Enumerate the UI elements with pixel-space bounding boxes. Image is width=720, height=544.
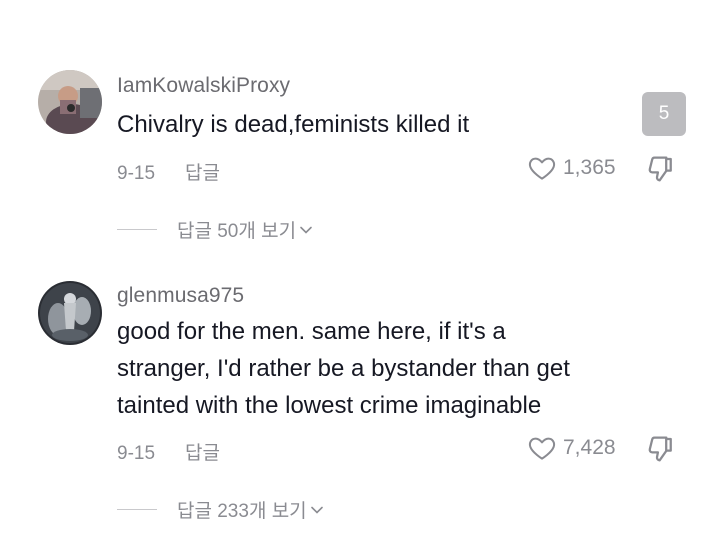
like-button[interactable]: 1,365 [527,153,616,183]
thumbs-down-outline-icon [648,156,672,182]
dislike-button[interactable] [645,433,677,465]
avatar[interactable] [38,281,102,345]
heart-outline-icon [528,157,556,180]
username[interactable]: IamKowalskiProxy [117,74,290,98]
overlay-badge: 5 [642,92,686,136]
comment-date: 9-15 [117,163,156,184]
comment-text-line: stranger, I'd rather be a bystander than… [117,355,570,382]
comment-text: Chivalry is dead,feminists killed it [117,106,637,143]
comment-text-line: Chivalry is dead,feminists killed it [117,111,470,138]
comment-text-line: good for the men. same here, if it's a [117,318,506,345]
view-replies-label: 답글 233개 보기 [177,501,307,522]
like-count: 7,428 [563,436,616,459]
view-replies-button[interactable]: 답글 233개 보기 [117,496,324,523]
comment-meta: 9-15 답글 [117,158,220,185]
divider-line [117,509,157,510]
like-count: 1,365 [563,156,616,179]
thumbs-down-outline-icon [648,436,672,462]
reply-button[interactable]: 답글 [185,443,220,464]
comment-text: good for the men. same here, if it's a s… [117,313,637,424]
avatar-image [38,70,102,134]
chevron-down-icon [300,226,312,234]
avatar[interactable] [38,70,102,134]
divider-line [117,229,157,230]
comment-meta: 9-15 답글 [117,438,220,465]
view-replies-label: 답글 50개 보기 [177,221,297,242]
comment-date: 9-15 [117,443,156,464]
chevron-down-icon [310,506,323,514]
reply-button[interactable]: 답글 [185,163,220,184]
username[interactable]: glenmusa975 [117,284,244,308]
avatar-image [38,281,102,345]
heart-outline-icon [528,437,556,460]
like-button[interactable]: 7,428 [527,433,616,463]
dislike-button[interactable] [645,153,677,185]
view-replies-button[interactable]: 답글 50개 보기 [117,216,313,243]
comment-text-line: tainted with the lowest crime imaginable [117,392,542,419]
